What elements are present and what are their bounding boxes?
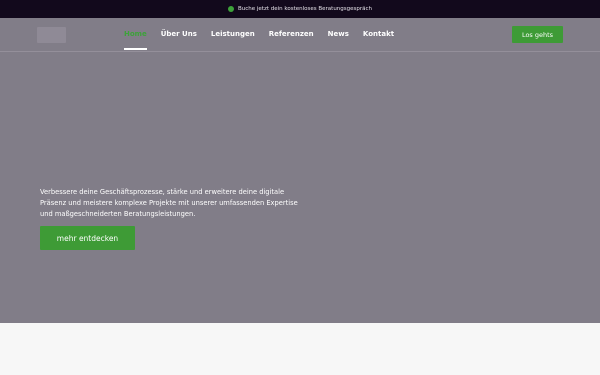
nav-item-news[interactable]: News [328, 30, 349, 52]
site-header: Home Über Uns Leistungen Referenzen News… [0, 18, 600, 52]
nav-item-kontakt[interactable]: Kontakt [363, 30, 394, 52]
announcement-text[interactable]: Buche jetzt dein kostenloses Beratungsge… [238, 6, 372, 12]
main-nav: Home Über Uns Leistungen Referenzen News… [124, 30, 408, 52]
nav-item-home[interactable]: Home [124, 30, 147, 52]
hero-section [0, 18, 600, 323]
hero-intro-text: Verbessere deine Geschäftsprozesse, stär… [40, 188, 298, 218]
nav-item-ueber-uns[interactable]: Über Uns [161, 30, 197, 52]
nav-item-referenzen[interactable]: Referenzen [269, 30, 314, 52]
green-dot-icon [227, 6, 234, 12]
logo[interactable] [37, 27, 66, 43]
nav-item-leistungen[interactable]: Leistungen [211, 30, 255, 52]
mehr-entdecken-button[interactable]: mehr entdecken [40, 226, 135, 250]
los-gehts-button[interactable]: Los gehts [512, 26, 563, 43]
announcement-bar[interactable]: Buche jetzt dein kostenloses Beratungsge… [0, 0, 600, 18]
